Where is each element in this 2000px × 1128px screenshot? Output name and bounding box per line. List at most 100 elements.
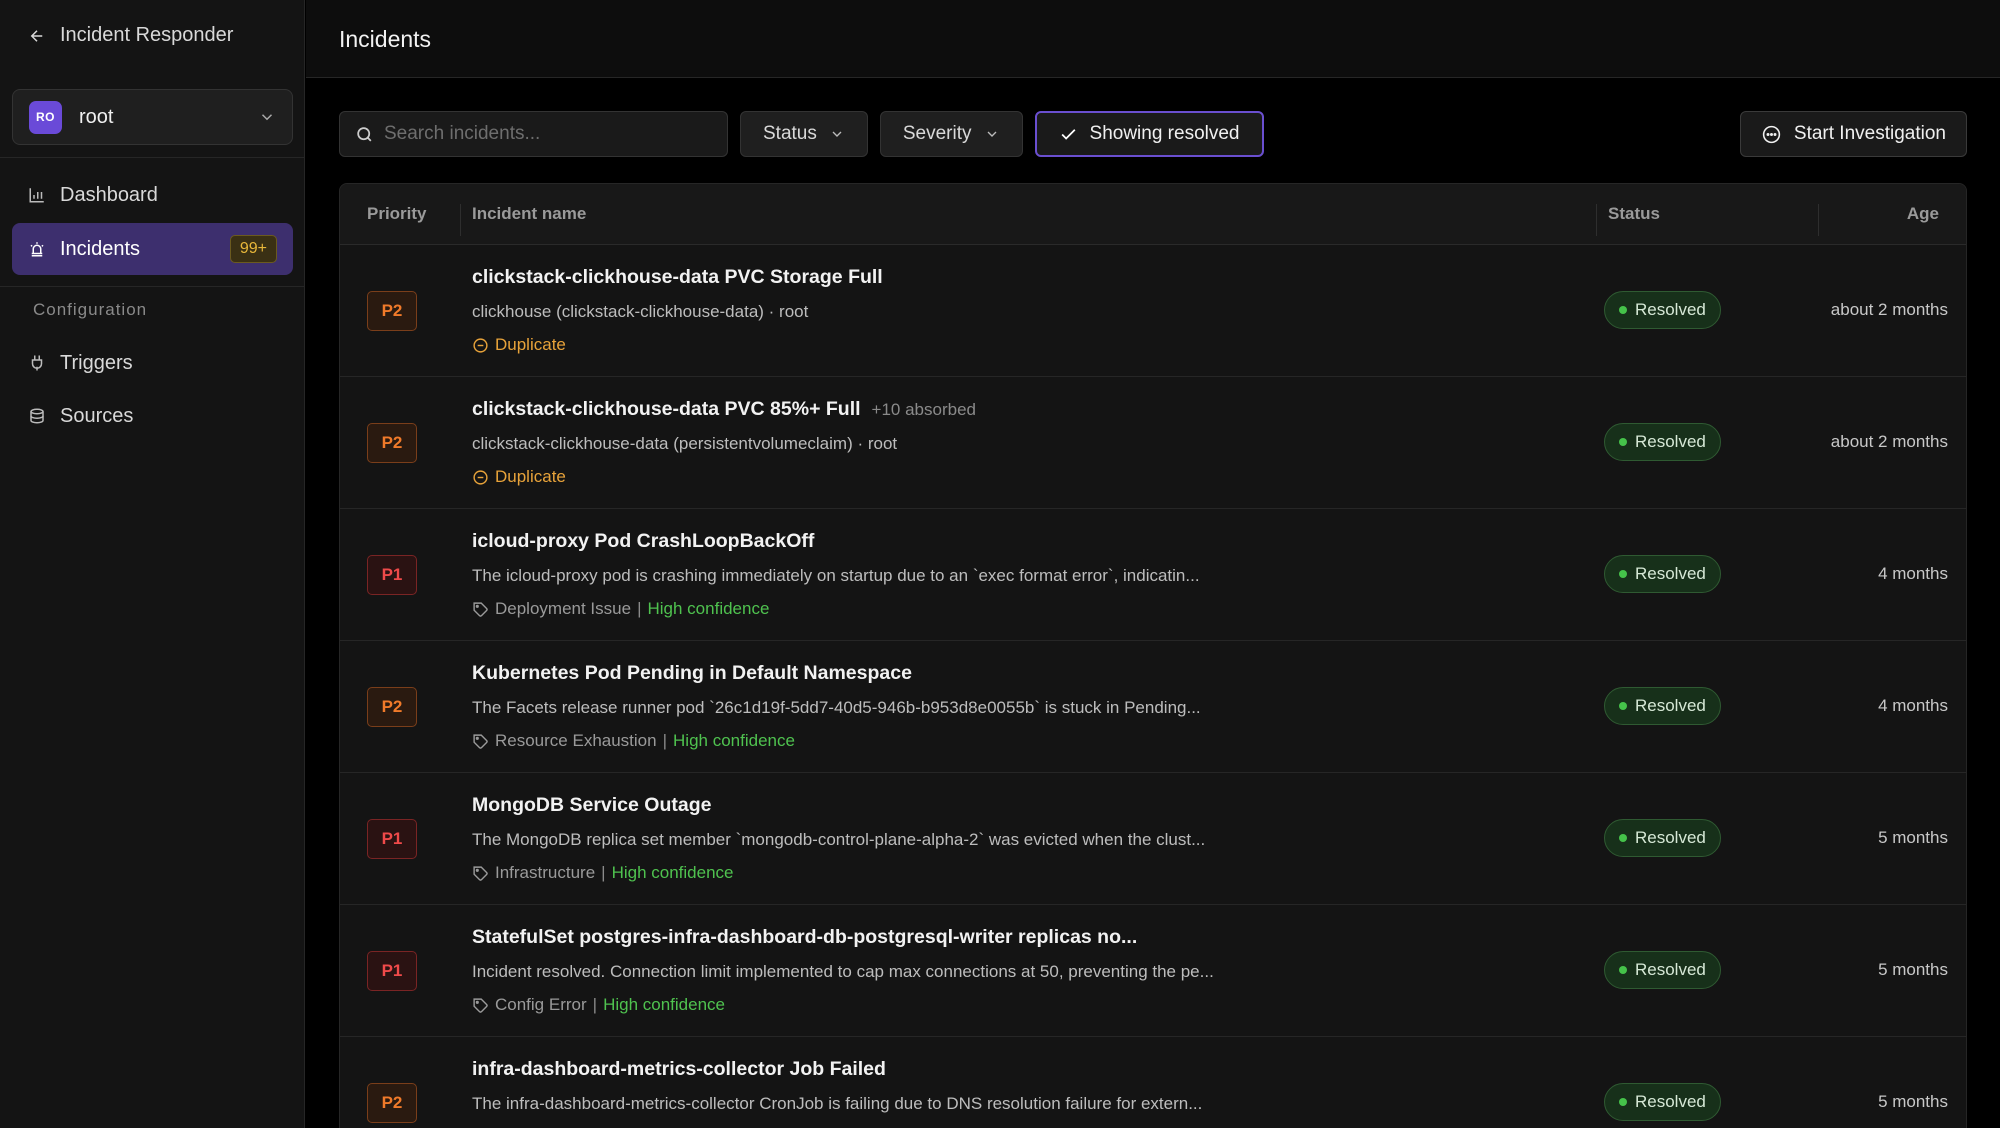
incident-description: The icloud-proxy pod is crashing immedia… [472,566,1200,585]
priority-badge: P2 [367,423,417,463]
status-dot [1619,306,1627,314]
check-icon [1061,128,1075,140]
sidebar-item-dashboard[interactable]: Dashboard [12,169,293,221]
meta-separator: | [637,599,642,618]
status-text: Resolved [1635,564,1706,583]
org-avatar: RO [29,100,62,134]
incidents-table: Priority Incident name Status Age P2 clic… [339,183,1967,1128]
main-content: Incidents Status Severity Showing resolv… [306,0,2000,1128]
status-filter-label: Status [763,123,817,144]
status-dot [1619,570,1627,578]
incident-age: about 2 months [1830,432,1948,451]
plug-icon [31,355,43,371]
sidebar: Incident Responder RO root Dashboard Inc… [0,0,305,1128]
org-selector[interactable]: RO root [12,89,293,145]
sidebar-item-label: Triggers [60,351,133,374]
search-input[interactable] [384,123,704,145]
incident-title-text: clickstack-clickhouse-data PVC 85%+ Full [472,398,861,420]
confidence-label: High confidence [611,863,734,882]
chevron-down-icon [832,131,842,137]
show-resolved-toggle[interactable]: Showing resolved [1034,111,1264,157]
tag-icon [473,733,488,749]
incident-title[interactable]: StatefulSet postgres-infra-dashboard-db-… [472,926,1137,949]
status-text: Resolved [1635,1092,1706,1111]
status-dot [1619,966,1627,974]
search-icon [357,126,372,141]
status-dot [1619,834,1627,842]
incident-title[interactable]: MongoDB Service Outage [472,794,711,817]
incident-age: 4 months [1878,564,1948,583]
column-divider [1818,204,1819,236]
incident-title[interactable]: clickstack-clickhouse-data PVC Storage F… [472,266,883,289]
incident-title-text: MongoDB Service Outage [472,794,712,816]
meta-label: Config Error [495,995,587,1014]
sidebar-divider [0,157,305,158]
priority-badge: P2 [367,291,417,331]
incident-title-text: StatefulSet postgres-infra-dashboard-db-… [472,926,1138,948]
incident-age: 5 months [1878,828,1948,847]
absorbed-count: +10 absorbed [871,400,976,419]
search-box[interactable] [339,111,728,157]
meta-label: Infrastructure [495,863,596,882]
meta-separator: | [662,731,668,750]
start-investigation-button[interactable]: Start Investigation [1739,111,1967,157]
bar-chart-icon [29,188,44,203]
meta-label: Duplicate [495,335,566,354]
meta-label: Duplicate [495,467,566,486]
incident-description: clickhouse (clickstack-clickhouse-data) … [472,302,809,321]
incident-title[interactable]: infra-dashboard-metrics-collector Job Fa… [472,1058,886,1081]
alarm-icon [30,242,44,257]
tag-icon [473,601,488,617]
priority-badge: P2 [367,1083,417,1123]
status-badge: Resolved [1604,687,1721,725]
incident-title-text: clickstack-clickhouse-data PVC Storage F… [472,266,883,288]
status-text: Resolved [1635,300,1706,319]
table-row[interactable]: P2 clickstack-clickhouse-data PVC 85%+ Fu… [340,377,1966,509]
incident-description: The infra-dashboard-metrics-collector Cr… [472,1094,1203,1113]
column-header-status[interactable]: Status [1608,204,1660,224]
status-dot [1619,438,1627,446]
status-filter-button[interactable]: Status [740,111,868,157]
meta-label: Deployment Issue [495,599,632,618]
severity-filter-button[interactable]: Severity [879,111,1023,157]
incident-title[interactable]: clickstack-clickhouse-data PVC 85%+ Full… [472,398,976,421]
table-row[interactable]: P2 clickstack-clickhouse-data PVC Storage… [340,245,1966,377]
column-header-priority[interactable]: Priority [367,204,427,224]
status-badge: Resolved [1604,555,1721,593]
start-investigation-label: Start Investigation [1793,123,1946,144]
tag-icon [473,997,488,1013]
back-link[interactable]: Incident Responder [28,24,233,47]
incident-age: 4 months [1878,696,1948,715]
column-header-name[interactable]: Incident name [472,204,586,224]
priority-badge: P1 [367,555,417,595]
status-text: Resolved [1635,432,1706,451]
show-resolved-label: Showing resolved [1089,123,1240,144]
table-row[interactable]: P1 icloud-proxy Pod CrashLoopBackOff The i… [340,509,1966,641]
category-tag: Deployment Issue | High confidence [472,599,769,619]
incident-title-text: icloud-proxy Pod CrashLoopBackOff [472,530,815,552]
incident-description: clickstack-clickhouse-data (persistentvo… [472,434,898,453]
status-text: Resolved [1635,828,1706,847]
status-text: Resolved [1635,696,1706,715]
table-row[interactable]: P1 StatefulSet postgres-infra-dashboard-d… [340,905,1966,1037]
incident-title[interactable]: Kubernetes Pod Pending in Default Namesp… [472,662,912,685]
sidebar-item-incidents[interactable]: Incidents 99+ [12,223,293,275]
column-header-age[interactable]: Age [1907,204,1939,224]
minus-circle-icon [473,469,488,485]
table-row[interactable]: P1 MongoDB Service Outage The MongoDB repl… [340,773,1966,905]
priority-badge: P2 [367,687,417,727]
duplicate-label: Duplicate [472,467,566,487]
confidence-label: High confidence [603,995,725,1014]
arrow-left-icon [30,29,43,42]
table-body: P2 clickstack-clickhouse-data PVC Storage… [340,245,1966,1128]
priority-badge: P1 [367,951,417,991]
sidebar-item-sources[interactable]: Sources [12,390,293,442]
sidebar-item-triggers[interactable]: Triggers [12,337,293,389]
section-label-configuration: Configuration [33,300,148,319]
duplicate-label: Duplicate [472,335,566,355]
table-row[interactable]: P2 Kubernetes Pod Pending in Default Name… [340,641,1966,773]
incident-description: The Facets release runner pod `26c1d19f-… [472,698,1201,717]
priority-badge: P1 [367,819,417,859]
table-row[interactable]: P2 infra-dashboard-metrics-collector Job … [340,1037,1966,1128]
incident-title[interactable]: icloud-proxy Pod CrashLoopBackOff [472,530,814,553]
